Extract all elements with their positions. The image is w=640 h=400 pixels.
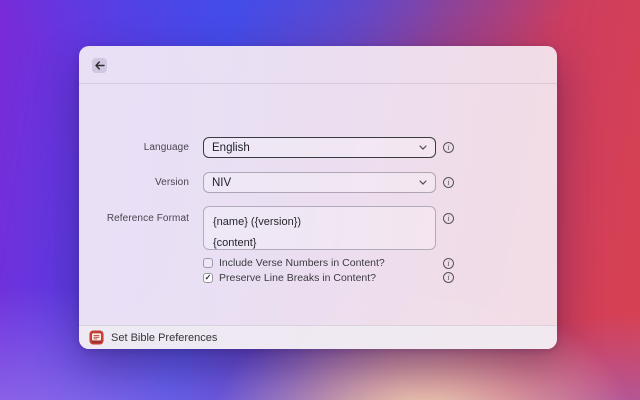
verse-numbers-label: Include Verse Numbers in Content?	[219, 257, 385, 269]
version-dropdown[interactable]: NIV	[203, 172, 436, 193]
bible-book-icon	[89, 330, 104, 345]
language-dropdown[interactable]: English	[203, 137, 436, 158]
checkmark-icon: ✓	[204, 273, 212, 282]
language-value: English	[212, 141, 250, 154]
textarea-line: {content}	[213, 237, 257, 249]
line-breaks-checkbox[interactable]: ✓	[203, 273, 213, 283]
window-footer: Set Bible Preferences	[79, 325, 557, 349]
chevron-down-icon	[419, 180, 427, 185]
verse-numbers-row: Include Verse Numbers in Content?	[203, 257, 385, 269]
arrow-left-icon	[94, 61, 105, 70]
info-glyph: i	[447, 213, 450, 223]
back-button[interactable]	[92, 58, 107, 73]
info-glyph: i	[447, 272, 450, 282]
verse-numbers-checkbox[interactable]	[203, 258, 213, 268]
preferences-form: Language English i Version NIV i Referen…	[79, 84, 557, 325]
verse-numbers-info-icon[interactable]: i	[443, 258, 454, 269]
info-glyph: i	[447, 258, 450, 268]
reference-format-label: Reference Format	[106, 213, 189, 224]
info-glyph: i	[447, 177, 450, 187]
textarea-line: {name} ({version})	[213, 216, 302, 228]
info-glyph: i	[447, 142, 450, 152]
reference-format-info-icon[interactable]: i	[443, 213, 454, 224]
line-breaks-info-icon[interactable]: i	[443, 272, 454, 283]
version-info-icon[interactable]: i	[443, 177, 454, 188]
version-label: Version	[154, 177, 189, 188]
version-value: NIV	[212, 176, 232, 189]
preferences-window: Language English i Version NIV i Referen…	[79, 46, 557, 349]
language-info-icon[interactable]: i	[443, 142, 454, 153]
reference-format-textarea[interactable]: {name} ({version}) {content}	[203, 206, 436, 250]
desktop-background: Language English i Version NIV i Referen…	[0, 0, 640, 400]
line-breaks-label: Preserve Line Breaks in Content?	[219, 272, 377, 284]
line-breaks-row: ✓ Preserve Line Breaks in Content?	[203, 272, 376, 284]
footer-title: Set Bible Preferences	[111, 331, 218, 344]
language-label: Language	[143, 142, 189, 153]
chevron-down-icon	[419, 145, 427, 150]
window-header	[79, 46, 557, 84]
